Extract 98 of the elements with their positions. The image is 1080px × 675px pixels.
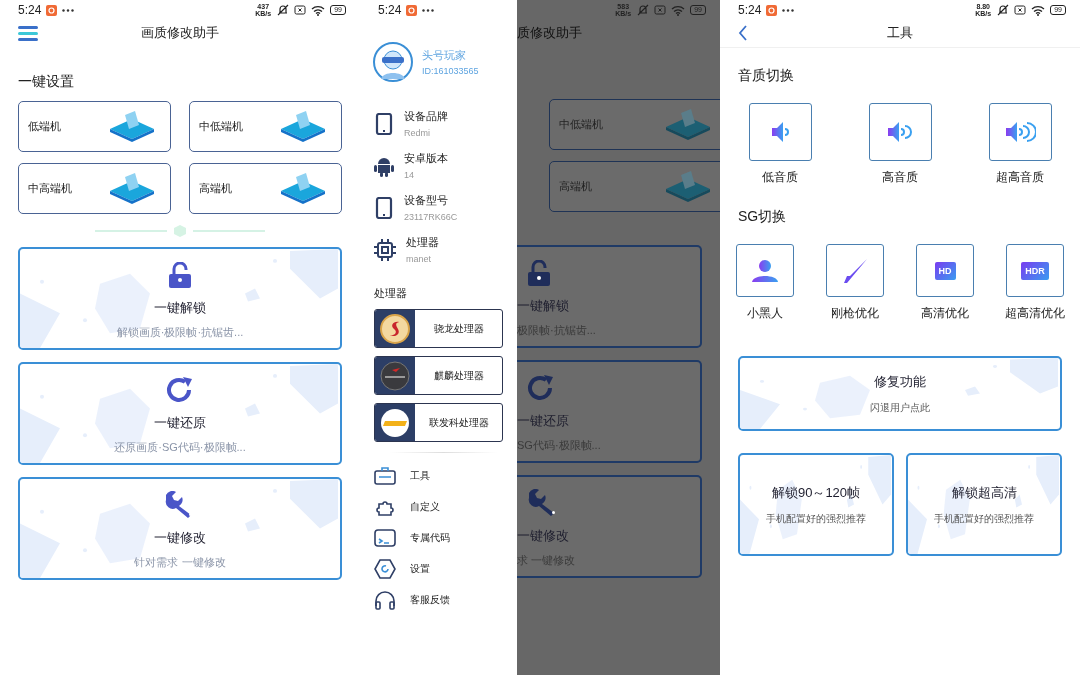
open-padlock-icon [168, 262, 192, 288]
app-notification-icon [766, 4, 778, 16]
action-card[interactable]: 一键还原 还原画质·SG代码·极限帧... [18, 362, 342, 465]
device-tier-card: 中低端机 [549, 99, 720, 150]
section-title: 一键设置 [18, 73, 75, 91]
info-label: 安卓版本 [404, 151, 448, 166]
section-title: SG切换 [738, 208, 788, 226]
action-card[interactable]: 一键修改 针对需求 一键修改 [18, 477, 342, 580]
wifi-icon [311, 4, 326, 16]
user-id: ID:161033565 [422, 66, 479, 76]
info-label: 设备型号 [404, 193, 449, 208]
flame-logo-icon [380, 313, 410, 344]
more-dots-icon [782, 8, 795, 12]
sim-icon [654, 5, 667, 15]
speaker-icon [770, 121, 790, 143]
stripe-logo-icon [380, 407, 410, 438]
sim-icon [1014, 5, 1027, 15]
action-card[interactable]: 一键解锁 解锁画质·极限帧·抗锯齿... [18, 247, 342, 350]
person-icon [751, 258, 779, 283]
menu-icon[interactable] [18, 25, 38, 41]
speaker-icon [1004, 121, 1036, 143]
sg-option-button[interactable]: HDR [1006, 244, 1064, 297]
option-label: 超高音质 [996, 169, 1044, 186]
more-dots-icon [62, 8, 75, 12]
more-dots-icon [422, 8, 435, 12]
drawer-menu-item[interactable]: 专属代码 [374, 527, 517, 548]
device-tier-card: 高端机 [549, 161, 720, 212]
info-label: 处理器 [406, 235, 439, 250]
status-time: 5:24 [378, 3, 402, 17]
dark-disc-logo-icon [380, 360, 410, 391]
hd-badge: HDR [1021, 261, 1049, 280]
option-label: 小黑人 [747, 305, 783, 322]
headset-icon [374, 589, 396, 610]
terminal-icon [374, 528, 396, 547]
device-tier-card[interactable]: 中高端机 [18, 163, 171, 214]
screen-title: 工具 [887, 24, 913, 42]
screen-title: 质修改助手 [517, 24, 583, 42]
phone-icon [374, 196, 394, 219]
mute-bell-icon [997, 4, 1010, 16]
phone-platform-icon [279, 172, 327, 205]
phone-platform-icon [664, 170, 712, 203]
phone-platform-icon [108, 110, 156, 143]
wifi-icon [671, 4, 686, 16]
info-label: 设备品牌 [404, 109, 448, 124]
option-label: 高音质 [882, 169, 918, 186]
unlock-card[interactable]: 解锁超高清 手机配置好的强烈推荐 [906, 453, 1062, 556]
avatar-icon [372, 42, 414, 82]
refresh-icon [527, 375, 555, 401]
back-icon[interactable] [738, 25, 748, 41]
wifi-icon [1031, 4, 1046, 16]
app-notification-icon [406, 4, 418, 16]
info-value: manet [406, 254, 432, 264]
speaker-icon [887, 121, 913, 143]
section-title: 处理器 [374, 286, 408, 301]
app-notification-icon [46, 4, 58, 16]
option-label: 超高清优化 [1005, 305, 1065, 322]
info-value: 23117RK66C [404, 212, 458, 222]
phone-platform-icon [108, 172, 156, 205]
info-value: 14 [404, 170, 415, 180]
drawer-menu-item[interactable]: 自定义 [374, 496, 517, 517]
status-time: 5:24 [18, 3, 42, 17]
screen-title: 画质修改助手 [141, 24, 219, 42]
mute-bell-icon [277, 4, 290, 16]
hd-badge: HD [934, 261, 956, 280]
chip-icon [374, 238, 396, 261]
processor-button[interactable]: 麒麟处理器 [374, 356, 503, 395]
open-padlock-icon [527, 260, 551, 286]
phone-platform-icon [279, 110, 327, 143]
audio-option-button[interactable] [748, 103, 812, 161]
settings-icon [374, 558, 396, 579]
audio-option-button[interactable] [868, 103, 932, 161]
option-label: 低音质 [762, 169, 798, 186]
section-title: 音质切换 [738, 67, 795, 85]
phone-platform-icon [664, 108, 712, 141]
audio-option-button[interactable] [988, 103, 1052, 161]
device-tier-card[interactable]: 中低端机 [189, 101, 342, 152]
sg-option-button[interactable] [826, 244, 884, 297]
processor-button[interactable]: 联发科处理器 [374, 403, 503, 442]
status-time: 5:24 [738, 3, 762, 17]
phone-icon [374, 112, 394, 135]
drawer-menu-item[interactable]: 客服反馈 [374, 589, 517, 610]
option-label: 刚枪优化 [831, 305, 879, 322]
mute-bell-icon [637, 4, 650, 16]
refresh-icon [166, 377, 194, 403]
sg-option-button[interactable] [736, 244, 794, 297]
user-name: 头号玩家 [422, 48, 467, 63]
drawer-menu-item[interactable]: 工具 [374, 465, 517, 486]
option-label: 高清优化 [921, 305, 969, 322]
repair-card[interactable]: 修复功能 闪退用户点此 [738, 356, 1062, 431]
toolbox-icon [374, 466, 396, 485]
sg-option-button[interactable]: HD [916, 244, 974, 297]
device-tier-card[interactable]: 低端机 [18, 101, 171, 152]
drawer-menu-item[interactable]: 设置 [374, 558, 517, 579]
unlock-card[interactable]: 解锁90～120帧 手机配置好的强烈推荐 [738, 453, 894, 556]
device-tier-card[interactable]: 高端机 [189, 163, 342, 214]
sim-icon [294, 5, 307, 15]
processor-button[interactable]: 骁龙处理器 [374, 309, 503, 348]
info-value: Redmi [404, 128, 431, 138]
